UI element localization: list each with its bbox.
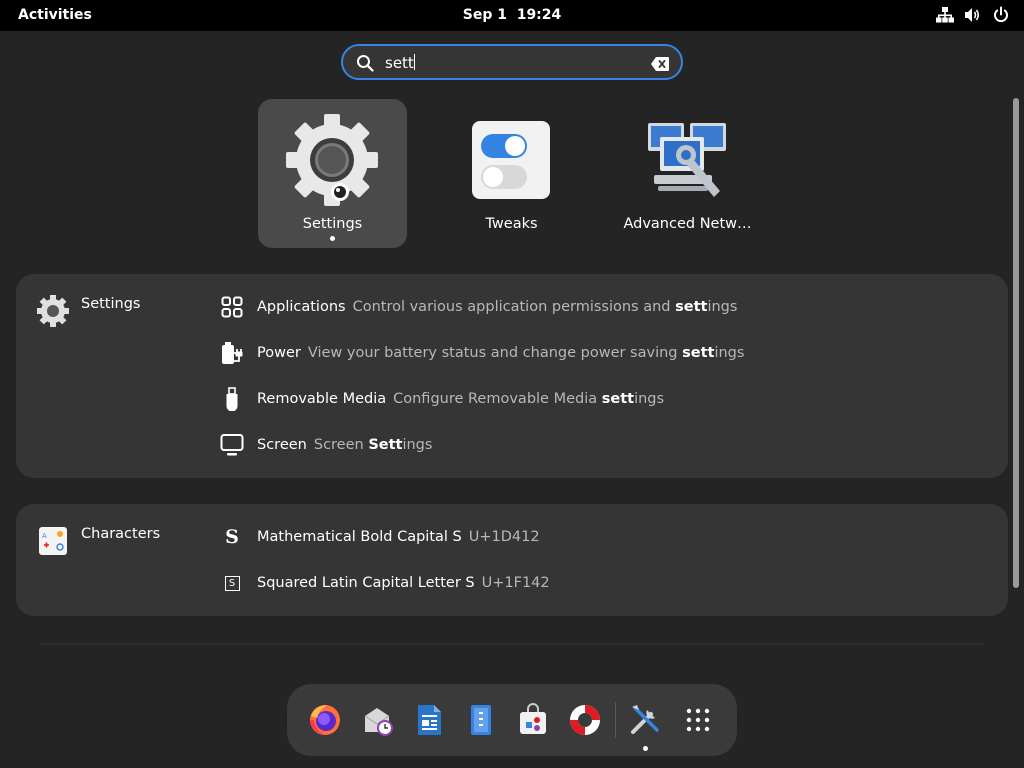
result-power[interactable]: Power View your battery status and chang… — [220, 339, 744, 367]
provider-characters[interactable]: A Characters — [36, 524, 160, 562]
mail-clock-icon[interactable] — [359, 702, 395, 738]
power-icon[interactable] — [992, 6, 1010, 24]
applications-grid-icon — [220, 295, 244, 319]
result-description: Control various application permissions … — [352, 299, 738, 315]
volume-icon[interactable] — [964, 6, 982, 24]
result-math-bold-s[interactable]: S Mathematical Bold Capital S U+1D412 — [220, 523, 540, 551]
result-description: Screen Settings — [313, 437, 433, 453]
app-label: Advanced Netw… — [623, 216, 752, 232]
result-title: Removable Media — [257, 391, 387, 407]
characters-app-icon: A — [36, 524, 70, 562]
dash-separator — [615, 702, 616, 738]
app-label: Settings — [302, 216, 363, 232]
app-result-tweaks[interactable]: Tweaks — [437, 99, 586, 248]
divider — [40, 643, 984, 645]
network-computers-icon — [640, 113, 734, 207]
app-label: Tweaks — [485, 216, 538, 232]
network-wired-icon[interactable] — [936, 6, 954, 24]
provider-name: Settings — [81, 296, 141, 312]
character-glyph: S — [220, 571, 244, 595]
dash — [287, 684, 737, 756]
provider-settings[interactable]: Settings — [36, 294, 140, 332]
result-description: U+1D412 — [468, 529, 540, 545]
result-title: Mathematical Bold Capital S — [257, 529, 462, 545]
clock: Sep 1 19:24 — [0, 7, 1024, 23]
help-lifebuoy-icon[interactable] — [567, 702, 603, 738]
result-description: Configure Removable Media settings — [393, 391, 665, 407]
writer-document-icon[interactable] — [411, 702, 447, 738]
show-apps-grid-icon[interactable] — [680, 702, 716, 738]
running-indicator — [330, 236, 335, 241]
clock-button[interactable]: Sep 1 19:24 — [463, 7, 562, 23]
app-result-advanced-network[interactable]: Advanced Netw… — [613, 99, 762, 248]
result-screen[interactable]: Screen Screen Settings — [220, 431, 432, 459]
app-result-settings[interactable]: Settings — [258, 99, 407, 248]
search-entry[interactable]: sett — [341, 44, 683, 80]
firefox-icon[interactable] — [307, 702, 343, 738]
search-icon — [356, 54, 374, 76]
settings-gear-icon — [36, 294, 70, 332]
clear-search-icon[interactable] — [651, 56, 669, 75]
settings-gear-icon — [285, 113, 379, 207]
usb-stick-icon — [220, 387, 244, 411]
result-description: View your battery status and change powe… — [307, 345, 745, 361]
running-indicator — [643, 746, 648, 751]
software-bag-icon[interactable] — [515, 702, 551, 738]
result-applications[interactable]: Applications Control various application… — [220, 293, 737, 321]
scrollbar[interactable] — [1013, 98, 1019, 588]
monitor-icon — [220, 433, 244, 457]
character-glyph: S — [225, 526, 239, 548]
utilities-tools-icon[interactable] — [627, 702, 663, 738]
top-bar: Activities Sep 1 19:24 — [0, 0, 1024, 31]
result-removable-media[interactable]: Removable Media Configure Removable Medi… — [220, 385, 664, 413]
power-battery-icon — [220, 341, 244, 365]
result-title: Applications — [257, 299, 346, 315]
result-squared-s[interactable]: S Squared Latin Capital Letter S U+1F142 — [220, 569, 550, 597]
provider-name: Characters — [81, 526, 161, 542]
tweaks-toggles-icon — [464, 113, 558, 207]
system-tray[interactable] — [936, 6, 1010, 24]
result-title: Squared Latin Capital Letter S — [257, 575, 475, 591]
result-title: Power — [257, 345, 301, 361]
svg-text:A: A — [42, 532, 47, 540]
settings-search-provider: Settings Applications Control various ap… — [16, 274, 1008, 478]
result-title: Screen — [257, 437, 307, 453]
search-input[interactable]: sett — [385, 54, 415, 72]
text-file-icon[interactable] — [463, 702, 499, 738]
activities-button[interactable]: Activities — [18, 7, 92, 23]
result-description: U+1F142 — [481, 575, 550, 591]
characters-search-provider: A Characters S Mathematical Bold Capital… — [16, 504, 1008, 616]
